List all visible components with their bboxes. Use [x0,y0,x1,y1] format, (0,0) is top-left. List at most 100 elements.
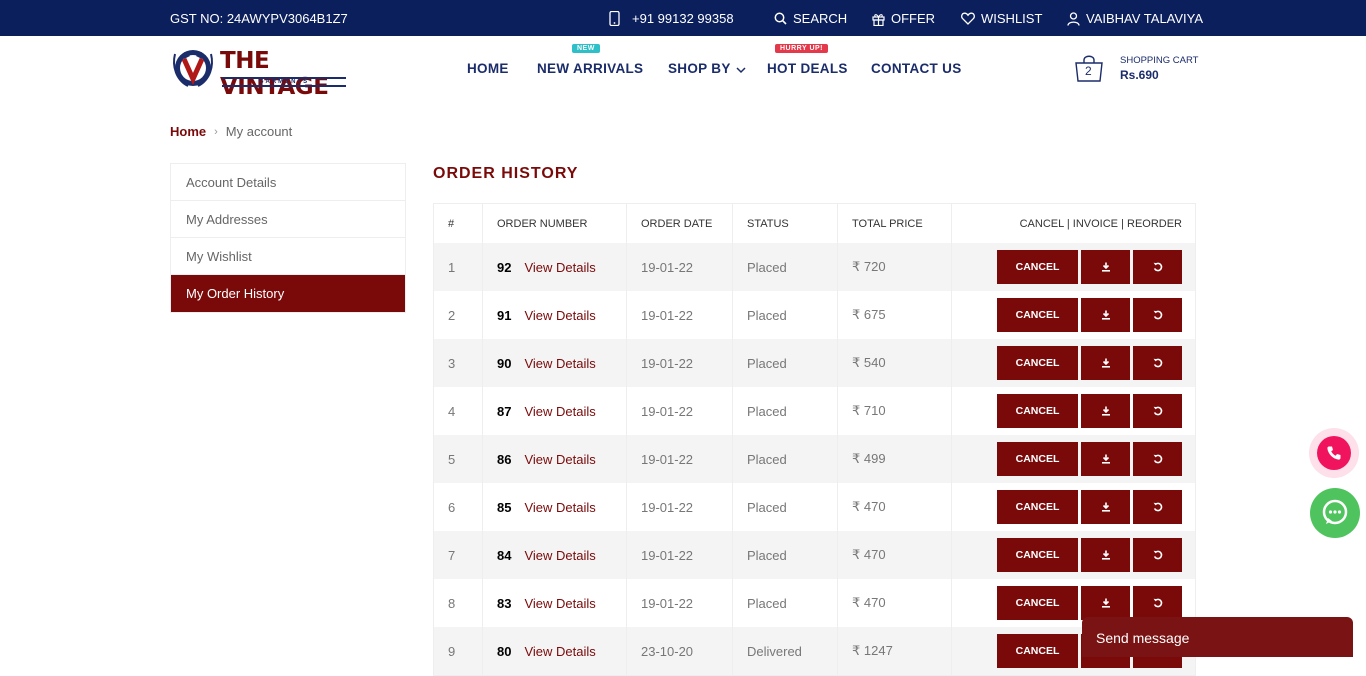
download-icon [1101,550,1110,560]
cancel-order-button[interactable]: CANCEL [997,442,1078,476]
sidebar-item-my-addresses[interactable]: My Addresses [171,201,405,238]
user-icon [1067,11,1080,26]
view-details-link[interactable]: View Details [524,452,595,467]
order-date: 19-01-22 [627,483,733,531]
view-details-link[interactable]: View Details [524,644,595,659]
cancel-order-button[interactable]: CANCEL [997,490,1078,524]
reorder-button[interactable] [1133,346,1182,380]
sidebar-item-account-details[interactable]: Account Details [171,164,405,201]
order-history-table: # ORDER NUMBER ORDER DATE STATUS TOTAL P… [433,203,1196,676]
order-number-cell: 92 View Details [483,243,627,291]
sidebar-item-my-wishlist[interactable]: My Wishlist [171,238,405,275]
cancel-order-button[interactable]: CANCEL [997,538,1078,572]
reorder-button[interactable] [1133,394,1182,428]
order-number: 85 [497,499,512,515]
row-index: 5 [434,435,483,483]
chevron-down-icon[interactable] [736,67,746,74]
download-icon [1101,454,1110,464]
site-logo[interactable]: THE VINTAGE GARMENTS [170,46,350,100]
cancel-order-button[interactable]: CANCEL [997,346,1078,380]
reorder-button[interactable] [1133,250,1182,284]
row-index: 8 [434,579,483,627]
row-index: 4 [434,387,483,435]
table-row: 3 90 View Details 19-01-22 Placed ₹ 540 CANCEL [434,339,1195,387]
download-invoice-button[interactable] [1081,298,1130,332]
search-label: SEARCH [793,11,848,26]
header-order-number: ORDER NUMBER [483,204,627,243]
user-account-link[interactable]: VAIBHAV TALAVIYA [1067,11,1203,26]
cancel-order-button[interactable]: CANCEL [997,586,1078,620]
view-details-link[interactable]: View Details [524,548,595,563]
order-status: Delivered [733,627,838,675]
reorder-icon [1153,598,1162,608]
cancel-order-button[interactable]: CANCEL [997,394,1078,428]
cancel-order-button[interactable]: CANCEL [997,634,1078,668]
download-invoice-button[interactable] [1081,490,1130,524]
heart-icon [961,12,975,25]
download-invoice-button[interactable] [1081,442,1130,476]
view-details-link[interactable]: View Details [524,308,595,323]
nav-home[interactable]: HOME [467,61,509,76]
download-invoice-button[interactable] [1081,250,1130,284]
cancel-order-button[interactable]: CANCEL [997,250,1078,284]
nav-contact-us[interactable]: CONTACT US [871,61,962,76]
order-number: 84 [497,547,512,563]
view-details-link[interactable]: View Details [524,596,595,611]
reorder-button[interactable] [1133,586,1182,620]
order-number-cell: 84 View Details [483,531,627,579]
table-body: 1 92 View Details 19-01-22 Placed ₹ 720 CANCEL… [434,243,1195,675]
order-number-cell: 80 View Details [483,627,627,675]
order-number-cell: 85 View Details [483,483,627,531]
header-index: # [434,204,483,243]
main-header: THE VINTAGE GARMENTS HOME NEW NEW ARRIVA… [0,36,1366,102]
order-date: 19-01-22 [627,243,733,291]
phone-link[interactable]: +91 99132 99358 [609,11,734,26]
header-status: STATUS [733,204,838,243]
reorder-button[interactable] [1133,442,1182,476]
view-details-link[interactable]: View Details [524,260,595,275]
order-actions: CANCEL [952,387,1195,435]
breadcrumb: Home › My account [170,124,292,139]
nav-hot-deals[interactable]: HOT DEALS [767,61,848,76]
order-status: Placed [733,291,838,339]
send-message-chat-button[interactable]: Send message [1082,617,1353,657]
reorder-button[interactable] [1133,298,1182,332]
view-details-link[interactable]: View Details [524,356,595,371]
cancel-order-button[interactable]: CANCEL [997,298,1078,332]
order-number-cell: 87 View Details [483,387,627,435]
order-number: 92 [497,259,512,275]
download-invoice-button[interactable] [1081,538,1130,572]
download-invoice-button[interactable] [1081,394,1130,428]
order-number-cell: 90 View Details [483,339,627,387]
download-icon [1101,310,1110,320]
breadcrumb-home[interactable]: Home [170,124,206,139]
table-row: 8 83 View Details 19-01-22 Placed ₹ 470 CANCEL [434,579,1195,627]
sidebar-item-my-order-history[interactable]: My Order History [171,275,405,312]
search-link[interactable]: SEARCH [774,11,847,26]
nav-shop-by[interactable]: SHOP BY [668,61,731,76]
download-icon [1101,358,1110,368]
cart-label[interactable]: SHOPPING CART [1120,55,1198,66]
order-total-price: ₹ 540 [838,339,952,387]
order-status: Placed [733,243,838,291]
wishlist-link[interactable]: WISHLIST [961,11,1042,26]
call-button[interactable] [1309,428,1359,478]
phone-icon [609,11,620,26]
table-row: 4 87 View Details 19-01-22 Placed ₹ 710 CANCEL [434,387,1195,435]
header-total-price: TOTAL PRICE [838,204,952,243]
gst-number: GST NO: 24AWYPV3064B1Z7 [170,11,348,26]
view-details-link[interactable]: View Details [524,500,595,515]
reorder-button[interactable] [1133,538,1182,572]
reorder-icon [1153,406,1162,416]
breadcrumb-separator: › [214,125,218,138]
call-icon [1327,446,1341,460]
download-invoice-button[interactable] [1081,346,1130,380]
phone-number: +91 99132 99358 [632,11,734,26]
offer-link[interactable]: OFFER [872,11,935,26]
download-icon [1101,406,1110,416]
reorder-button[interactable] [1133,490,1182,524]
nav-new-arrivals[interactable]: NEW ARRIVALS [537,61,643,76]
view-details-link[interactable]: View Details [524,404,595,419]
whatsapp-button[interactable] [1310,488,1360,538]
download-invoice-button[interactable] [1081,586,1130,620]
